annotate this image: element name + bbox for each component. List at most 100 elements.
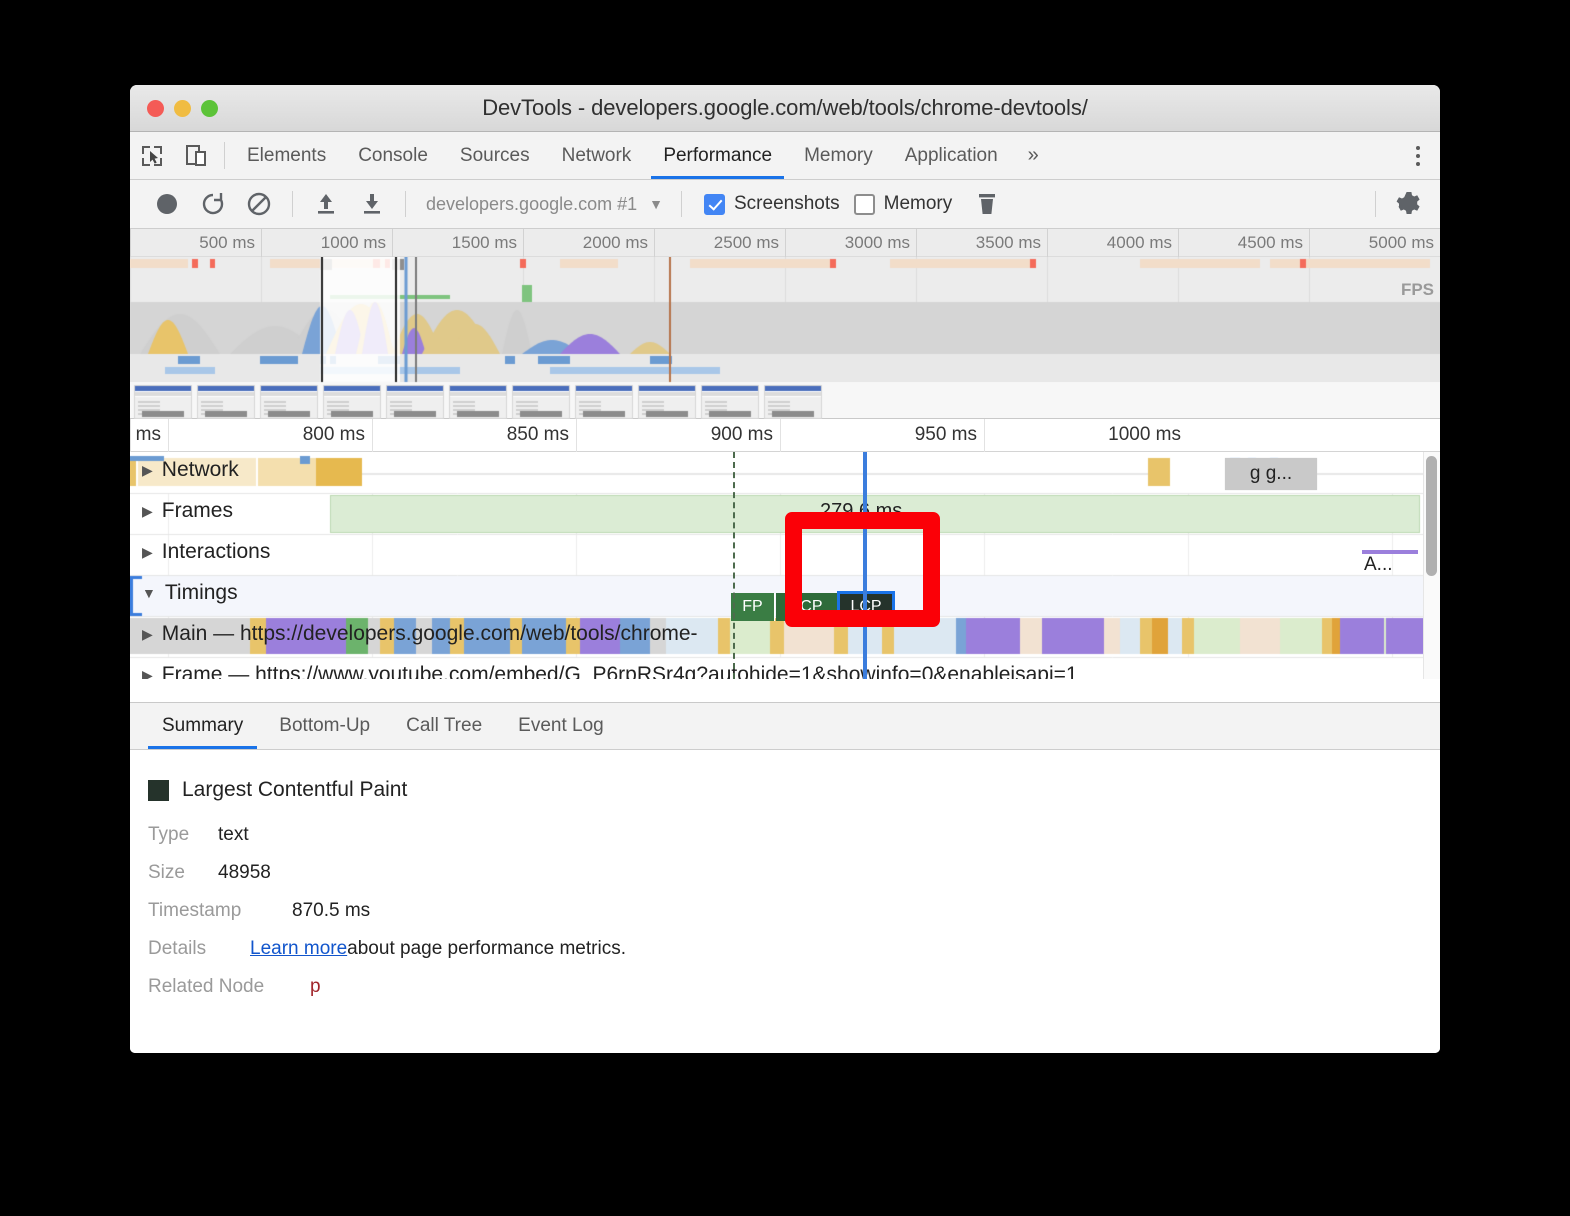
detail-tick: 950 ms	[780, 419, 984, 452]
flame-scrollbar-thumb[interactable]	[1426, 456, 1437, 576]
memory-checkbox-box[interactable]	[853, 193, 875, 215]
device-toggle-icon[interactable]	[174, 132, 218, 179]
flame-chart[interactable]: ▶ Network ▶ Frames ▶ Interactions ▼ Timi…	[130, 452, 1440, 679]
summary-key-timestamp: Timestamp	[148, 900, 242, 921]
tab-call-tree[interactable]: Call Tree	[388, 703, 500, 749]
learn-more-link[interactable]: Learn more	[250, 938, 347, 960]
performance-toolbar: developers.google.com #1 ▼ Screenshots M…	[130, 180, 1440, 229]
overview-tick-label: 500 ms	[199, 233, 255, 252]
overview-tick: 3000 ms	[785, 229, 916, 257]
profile-source-label: developers.google.com #1	[426, 193, 638, 214]
overview-tick-label: 2500 ms	[713, 233, 779, 252]
devtools-window: DevTools - developers.google.com/web/too…	[130, 85, 1440, 1053]
summary-value-size: 48958	[218, 862, 271, 883]
tab-network[interactable]: Network	[546, 132, 648, 179]
tab-performance[interactable]: Performance	[647, 132, 788, 179]
memory-checkbox[interactable]: Memory	[853, 193, 953, 215]
expand-arrow-icon[interactable]: ▶	[142, 462, 153, 479]
settings-gear-icon[interactable]	[1386, 184, 1432, 224]
clear-prohibited-icon[interactable]	[236, 184, 282, 224]
perfbar-divider-1	[292, 191, 293, 217]
summary-field-details: Details Learn more about page performanc…	[148, 938, 1440, 960]
track-row-timings[interactable]: ▼ Timings	[142, 581, 238, 605]
interaction-label: A...	[1364, 554, 1393, 575]
tab-memory[interactable]: Memory	[788, 132, 889, 179]
overview-tick-label: 4000 ms	[1106, 233, 1172, 252]
overview-tick: 4000 ms	[1047, 229, 1178, 257]
tab-summary[interactable]: Summary	[144, 703, 261, 749]
window-titlebar: DevTools - developers.google.com/web/too…	[130, 85, 1440, 132]
perfbar-divider-2	[405, 191, 406, 217]
track-row-frame[interactable]: ▶ Frame — https://www.youtube.com/embed/…	[142, 663, 1078, 679]
summary-value-timestamp: 870.5 ms	[292, 900, 371, 921]
collapse-arrow-icon[interactable]: ▼	[142, 585, 156, 601]
track-row-network[interactable]: ▶ Network	[142, 458, 239, 482]
tab-overflow-chevron-icon[interactable]: »	[1014, 132, 1053, 179]
window-title: DevTools - developers.google.com/web/too…	[482, 95, 1088, 120]
expand-arrow-icon[interactable]: ▶	[142, 626, 153, 643]
tab-application[interactable]: Application	[889, 132, 1014, 179]
overview-ruler[interactable]: 500 ms 1000 ms 1500 ms 2000 ms 2500 ms 3000 m…	[130, 229, 1440, 257]
related-node-value[interactable]: p	[310, 976, 321, 998]
record-circle-icon[interactable]	[144, 184, 190, 224]
tab-sources[interactable]: Sources	[444, 132, 546, 179]
expand-arrow-icon[interactable]: ▶	[142, 544, 153, 561]
overview-tick-label: 3000 ms	[844, 233, 910, 252]
overview-tick-label: 2000 ms	[582, 233, 648, 252]
detail-tick-label: 800 ms	[302, 424, 365, 445]
track-row-frames[interactable]: ▶ Frames	[142, 499, 233, 523]
screenshots-label: Screenshots	[734, 193, 840, 214]
detail-tick: 800 ms	[168, 419, 372, 452]
perfbar-divider-3	[681, 191, 682, 217]
screenshots-checkbox-box[interactable]	[704, 193, 725, 215]
tab-bottom-up[interactable]: Bottom-Up	[261, 703, 388, 749]
expand-arrow-icon[interactable]: ▶	[142, 667, 153, 680]
overview-body[interactable]: FPS CPU NET	[130, 257, 1440, 419]
summary-key-details: Details	[148, 938, 207, 959]
detail-tick-label: 900 ms	[710, 424, 773, 445]
summary-title: Largest Contentful Paint	[182, 778, 408, 801]
inspect-cursor-icon[interactable]	[130, 132, 174, 179]
event-color-swatch	[148, 779, 169, 801]
profile-source-select[interactable]: developers.google.com #1 ▼	[416, 194, 673, 215]
tab-elements[interactable]: Elements	[231, 132, 342, 179]
summary-panel: Largest Contentful Paint Type text Size …	[130, 750, 1440, 998]
overview-tick-label: 1000 ms	[320, 233, 386, 252]
tab-event-log[interactable]: Event Log	[500, 703, 622, 749]
overview-tick: 4500 ms	[1178, 229, 1309, 257]
summary-details-rest: about page performance metrics.	[347, 938, 626, 959]
memory-label: Memory	[883, 193, 953, 214]
timeline-overview[interactable]: 500 ms 1000 ms 1500 ms 2000 ms 2500 ms 3000 m…	[130, 229, 1440, 419]
track-label-timings: Timings	[164, 581, 238, 604]
load-profile-up-arrow-icon[interactable]	[303, 184, 349, 224]
overview-tick: 1500 ms	[392, 229, 523, 257]
frame-boundary-dashed-line	[733, 452, 735, 679]
toolbar-divider	[224, 142, 225, 169]
summary-title-row: Largest Contentful Paint	[148, 778, 1440, 802]
perfbar-divider-4	[1375, 191, 1376, 217]
expand-arrow-icon[interactable]: ▶	[142, 503, 153, 520]
delete-trash-icon[interactable]	[964, 184, 1010, 224]
track-row-interactions[interactable]: ▶ Interactions	[142, 540, 270, 564]
save-profile-down-arrow-icon[interactable]	[349, 184, 395, 224]
timing-marker-fcp[interactable]: FCP	[776, 593, 838, 621]
overview-tick: 2000 ms	[523, 229, 654, 257]
overview-tick: 1000 ms	[261, 229, 392, 257]
timeline-playhead[interactable]	[863, 452, 867, 679]
kebab-menu-icon[interactable]	[1396, 145, 1440, 166]
track-label-network: Network	[161, 458, 239, 481]
summary-field-timestamp: Timestamp 870.5 ms	[148, 900, 1440, 922]
tab-console[interactable]: Console	[342, 132, 444, 179]
screenshots-checkbox[interactable]: Screenshots	[704, 193, 840, 215]
summary-field-related-node: Related Node p	[148, 976, 1440, 998]
overview-tick: 500 ms	[130, 229, 261, 257]
network-request-chip[interactable]: g g...	[1225, 458, 1317, 490]
reload-record-icon[interactable]	[190, 184, 236, 224]
overview-tick-label: 5000 ms	[1368, 233, 1434, 252]
detail-tick-label: 950 ms	[914, 424, 977, 445]
track-row-main[interactable]: ▶ Main — https://developers.google.com/w…	[142, 622, 698, 646]
overview-tick-label: 1500 ms	[451, 233, 517, 252]
timeline-detail-ruler[interactable]: ms 800 ms 850 ms 900 ms 950 ms 1000 ms	[130, 419, 1440, 452]
timing-marker-fp[interactable]: FP	[731, 593, 775, 621]
detail-tick: ms	[130, 419, 168, 452]
